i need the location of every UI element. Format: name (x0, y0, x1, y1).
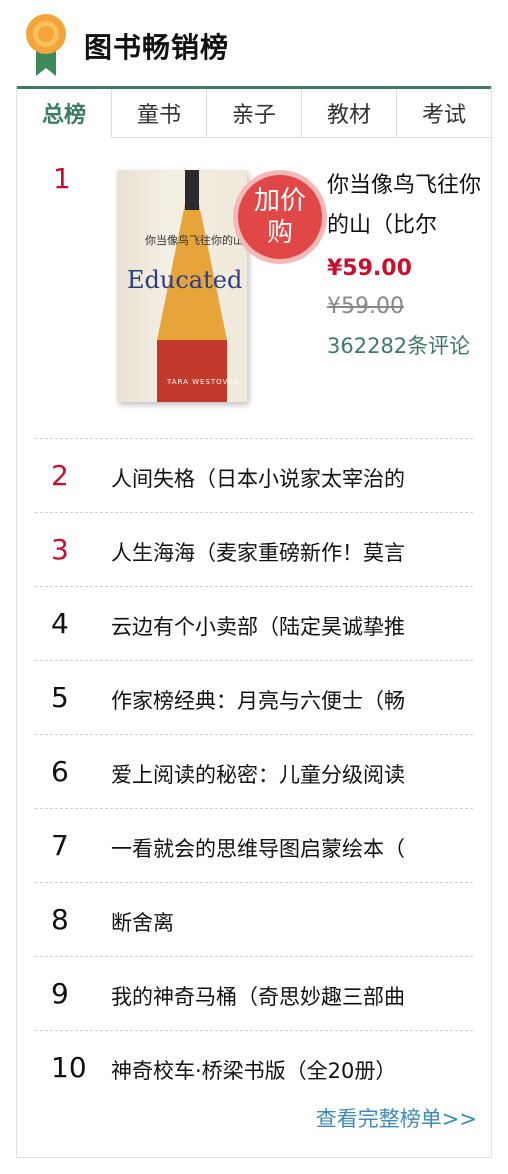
featured-book: 1 你当像鸟飞往你的山 Educated TARA WESTOVER 加价购 你… (35, 138, 481, 439)
list-item[interactable]: 5 作家榜经典：月亮与六便士（畅 (35, 661, 473, 735)
book-title-link[interactable]: 爱上阅读的秘密：儿童分级阅读 (111, 759, 451, 789)
list-item[interactable]: 3 人生海海（麦家重磅新作！莫言 (35, 513, 473, 587)
rank-number: 6 (51, 755, 69, 788)
review-count-link[interactable]: 362282条评论 (327, 330, 477, 362)
list-item[interactable]: 9 我的神奇马桶（奇思妙趣三部曲 (35, 957, 473, 1031)
list-item[interactable]: 8 断舍离 (35, 883, 473, 957)
rank-number: 3 (51, 533, 69, 566)
current-price: ¥59.00 (327, 256, 412, 281)
cover-title-en: Educated (127, 266, 243, 294)
list-item[interactable]: 10 神奇校车·桥梁书版（全20册） (35, 1031, 473, 1104)
original-price: ¥59.00 (327, 294, 404, 319)
ranking-list: 2 人间失格（日本小说家太宰治的 3 人生海海（麦家重磅新作！莫言 4 云边有个… (17, 439, 491, 1104)
book-title-link[interactable]: 云边有个小卖部（陆定昊诚挚推 (111, 611, 451, 641)
book-title-link[interactable]: 你当像鸟飞往你的山（比尔 (327, 166, 487, 246)
book-title-link[interactable]: 作家榜经典：月亮与六便士（畅 (111, 685, 451, 715)
book-cover[interactable]: 你当像鸟飞往你的山 Educated TARA WESTOVER (117, 170, 247, 402)
rank-number: 10 (51, 1051, 87, 1084)
tab-overall[interactable]: 总榜 (17, 89, 112, 138)
rank-number: 8 (51, 903, 69, 936)
book-title-link[interactable]: 神奇校车·桥梁书版（全20册） (111, 1055, 451, 1085)
header: 图书畅销榜 (0, 0, 508, 86)
list-item[interactable]: 2 人间失格（日本小说家太宰治的 (35, 439, 473, 513)
list-item[interactable]: 6 爱上阅读的秘密：儿童分级阅读 (35, 735, 473, 809)
page-title: 图书畅销榜 (84, 31, 230, 64)
medal-icon (26, 14, 66, 76)
tab-bar: 总榜 童书 亲子 教材 考试 (17, 86, 491, 138)
add-on-purchase-badge[interactable]: 加价购 (233, 170, 327, 264)
cover-title-cn: 你当像鸟飞往你的山 (145, 234, 244, 247)
rank-number: 2 (51, 459, 69, 492)
bestseller-panel: 总榜 童书 亲子 教材 考试 1 你当像鸟飞往你的山 Educated TARA… (16, 86, 492, 1158)
book-title-link[interactable]: 人间失格（日本小说家太宰治的 (111, 463, 451, 493)
list-item[interactable]: 4 云边有个小卖部（陆定昊诚挚推 (35, 587, 473, 661)
rank-number: 9 (51, 977, 69, 1010)
view-full-list-link[interactable]: 查看完整榜单>> (316, 1103, 477, 1133)
rank-number: 1 (53, 162, 71, 195)
rank-number: 5 (51, 681, 69, 714)
book-title-link[interactable]: 一看就会的思维导图启蒙绘本（ (111, 833, 451, 863)
book-title-link[interactable]: 人生海海（麦家重磅新作！莫言 (111, 537, 451, 567)
cover-author: TARA WESTOVER (167, 378, 240, 386)
book-title-link[interactable]: 断舍离 (111, 907, 451, 937)
tab-children-books[interactable]: 童书 (112, 89, 207, 137)
list-item[interactable]: 7 一看就会的思维导图启蒙绘本（ (35, 809, 473, 883)
tab-exams[interactable]: 考试 (397, 89, 491, 137)
rank-number: 7 (51, 829, 69, 862)
tab-parenting[interactable]: 亲子 (207, 89, 302, 137)
tab-textbooks[interactable]: 教材 (302, 89, 397, 137)
book-title-link[interactable]: 我的神奇马桶（奇思妙趣三部曲 (111, 981, 451, 1011)
rank-number: 4 (51, 607, 69, 640)
